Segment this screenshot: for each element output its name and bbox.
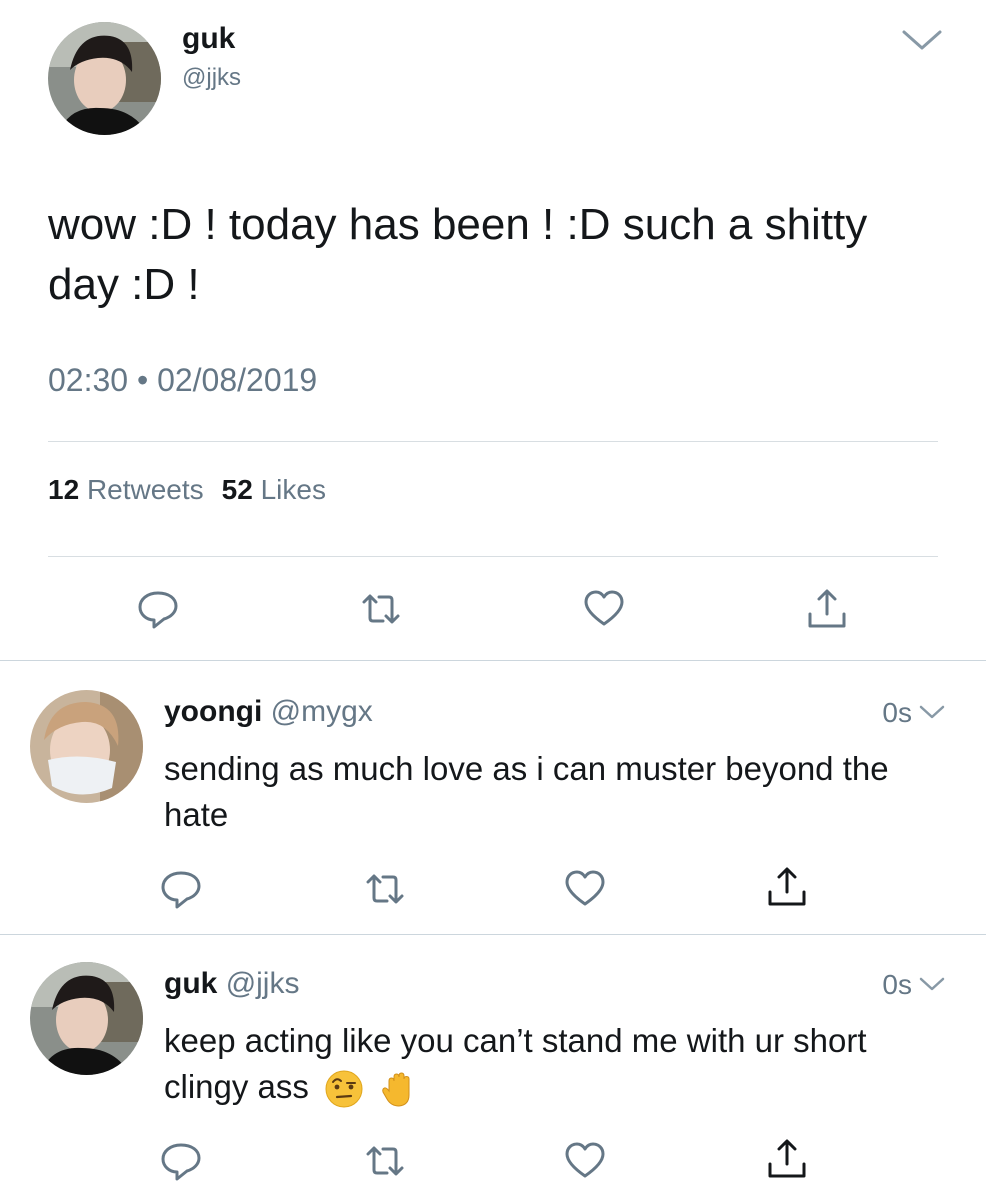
raised-eyebrow-face-emoji (324, 1069, 364, 1109)
retweet-label: Retweets (86, 474, 204, 505)
author-handle[interactable]: @mygx (271, 695, 373, 728)
share-icon[interactable] (764, 864, 810, 910)
divider (48, 441, 938, 442)
avatar[interactable] (48, 22, 161, 135)
reply-timestamp: 0s (882, 697, 946, 729)
reply-icon[interactable] (158, 1138, 204, 1184)
author-handle[interactable]: @jjks (182, 64, 241, 92)
reply-icon[interactable] (158, 866, 204, 912)
share-icon[interactable] (764, 1136, 810, 1182)
author-name[interactable]: guk (164, 967, 217, 1000)
author-name[interactable]: guk (182, 22, 235, 56)
tweet-time: 02:30 (48, 362, 129, 398)
reply-timestamp: 0s (882, 969, 946, 1001)
tweet-stats: 12 Retweets 52 Likes (48, 474, 326, 506)
author-handle[interactable]: @jjks (226, 967, 300, 1000)
like-stat[interactable]: 52 Likes (222, 474, 326, 505)
divider (48, 556, 938, 557)
reply-icon[interactable] (135, 586, 181, 632)
chevron-down-icon[interactable] (918, 697, 946, 729)
avatar[interactable] (30, 690, 143, 803)
like-icon[interactable] (581, 586, 627, 632)
share-icon[interactable] (804, 586, 850, 632)
like-label: Likes (260, 474, 326, 505)
reply-header: guk @jjks (164, 967, 299, 1001)
author-name[interactable]: yoongi (164, 695, 262, 728)
retweet-icon[interactable] (362, 866, 408, 912)
tweet-text: keep acting like you can’t stand me with… (164, 1022, 867, 1105)
retweet-stat[interactable]: 12 Retweets (48, 474, 204, 505)
tweet-date: 02/08/2019 (157, 362, 318, 398)
raised-hand-emoji (379, 1069, 419, 1109)
like-count: 52 (221, 474, 253, 505)
retweet-count: 12 (48, 474, 80, 505)
tweet-text: wow :D ! today has been ! :D such a shit… (48, 200, 868, 309)
reply-header: yoongi @mygx (164, 695, 373, 729)
like-icon[interactable] (562, 866, 608, 912)
divider (0, 934, 986, 935)
avatar[interactable] (30, 962, 143, 1075)
tweet-text: sending as much love as i can muster bey… (164, 750, 889, 833)
tweet-timestamp: 02:30 • 02/08/2019 (48, 362, 317, 399)
chevron-down-icon[interactable] (918, 969, 946, 1001)
chevron-down-icon[interactable] (900, 26, 944, 56)
divider (0, 660, 986, 661)
timestamp-separator: • (136, 362, 149, 398)
retweet-icon[interactable] (362, 1138, 408, 1184)
reply-time: 0s (882, 969, 912, 1000)
reply-time: 0s (882, 697, 912, 728)
like-icon[interactable] (562, 1138, 608, 1184)
retweet-icon[interactable] (358, 586, 404, 632)
tweet-text-container: keep acting like you can’t stand me with… (164, 1018, 954, 1110)
